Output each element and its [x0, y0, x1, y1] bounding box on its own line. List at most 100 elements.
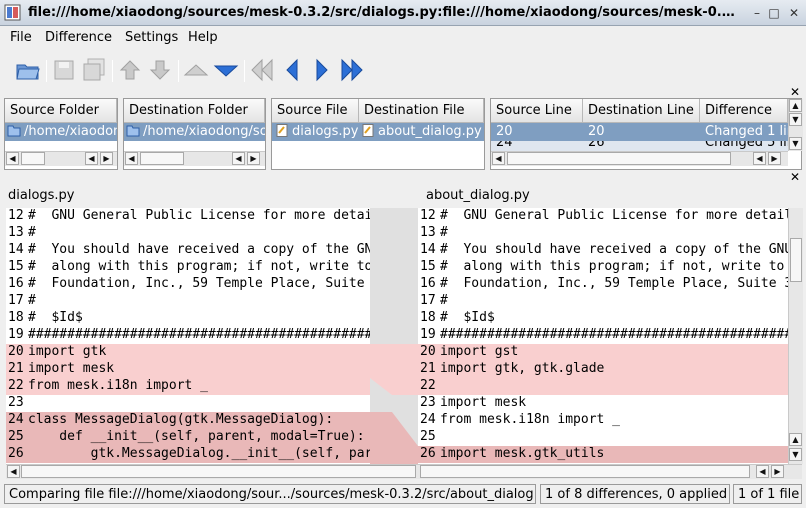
scroll-right-button[interactable]: ▶ — [100, 152, 113, 165]
line-text: import mesk — [440, 395, 527, 410]
destination-folder-row[interactable]: /home/xiaodong/sources/mesk-0.3.2/src — [124, 123, 265, 141]
code-line[interactable]: 18 # $Id$ — [418, 310, 788, 327]
code-line[interactable]: 24 class MessageDialog(gtk.MessageDialog)… — [6, 412, 370, 429]
code-line[interactable]: 17 # — [418, 293, 788, 310]
scroll-right-button[interactable]: ▶ — [771, 465, 784, 478]
code-line[interactable]: 17 # — [6, 293, 370, 310]
previous-file-icon[interactable] — [278, 56, 306, 84]
code-line[interactable]: 15 # along with this program; if not, wri… — [418, 259, 788, 276]
scroll-up-button[interactable]: ▲ — [789, 433, 802, 446]
code-line[interactable]: 13 # — [6, 225, 370, 242]
code-line[interactable]: 22 — [418, 378, 788, 395]
menu-settings[interactable]: Settings — [125, 30, 178, 45]
code-line[interactable]: 14 # You should have received a copy of t… — [418, 242, 788, 259]
code-line[interactable]: 13 # — [418, 225, 788, 242]
difference-row[interactable]: 20 20 Changed 1 line — [491, 123, 788, 141]
code-line[interactable]: 21 import mesk — [6, 361, 370, 378]
menu-help[interactable]: Help — [188, 30, 218, 45]
code-line[interactable]: 16 # Foundation, Inc., 59 Temple Place, S… — [418, 276, 788, 293]
scroll-left-button[interactable]: ◀ — [6, 152, 19, 165]
scroll-left-button[interactable]: ◀ — [85, 152, 98, 165]
code-line[interactable]: 19 ######################################… — [418, 327, 788, 344]
code-line[interactable]: 12 # GNU General Public License for more … — [418, 208, 788, 225]
right-code-pane[interactable]: 12 # GNU General Public License for more … — [418, 208, 788, 464]
line-text: # — [28, 293, 36, 308]
scroll-down-button[interactable]: ▼ — [789, 137, 802, 150]
code-line[interactable]: 24 from mesk.i18n import _ — [418, 412, 788, 429]
close-window-button[interactable]: ✕ — [787, 6, 801, 20]
last-file-icon[interactable] — [338, 56, 366, 84]
code-line[interactable]: 19 ######################################… — [6, 327, 370, 344]
scroll-left-button[interactable]: ◀ — [756, 465, 769, 478]
first-difference-icon[interactable] — [182, 56, 210, 84]
destination-folder-hscrollbar[interactable]: ◀ ◀ ▶ — [124, 151, 265, 166]
code-line[interactable]: 20 import gst — [418, 344, 788, 361]
line-number: 16 — [8, 276, 24, 291]
destination-file-header[interactable]: Destination File — [359, 99, 484, 123]
difference-row[interactable]: 24 26 Changed 5 lines — [491, 141, 788, 151]
destination-line-header[interactable]: Destination Line — [583, 99, 700, 123]
line-text: # $Id$ — [28, 310, 83, 325]
menu-difference[interactable]: Difference — [45, 30, 112, 45]
code-line[interactable]: 25 — [418, 429, 788, 446]
next-file-icon[interactable] — [308, 56, 336, 84]
scroll-left-button[interactable]: ◀ — [125, 152, 138, 165]
open-icon[interactable] — [14, 56, 42, 84]
scroll-thumb[interactable] — [420, 465, 750, 478]
scroll-right-button[interactable]: ▶ — [247, 152, 260, 165]
source-file-header[interactable]: Source File — [272, 99, 359, 123]
scroll-up-button[interactable]: ▲ — [789, 99, 802, 112]
code-line[interactable]: 25 def __init__(self, parent, modal=True… — [6, 429, 370, 446]
first-file-icon[interactable] — [248, 56, 276, 84]
code-line[interactable]: 23 — [6, 395, 370, 412]
scroll-thumb[interactable] — [507, 152, 731, 165]
code-line[interactable]: 26 gtk.MessageDialog.__init__(self, pare… — [6, 446, 370, 463]
differences-vscrollbar[interactable]: ▲ ▼ ▼ — [788, 99, 803, 151]
code-line[interactable]: 14 # You should have received a copy of t… — [6, 242, 370, 259]
code-line[interactable]: 21 import gtk, gtk.glade — [418, 361, 788, 378]
file-pair-row[interactable]: dialogs.py about_dialog.py — [272, 123, 484, 141]
menu-file[interactable]: File — [10, 30, 32, 45]
differences-hscrollbar[interactable]: ◀ ◀ ▶ — [491, 151, 788, 166]
code-line[interactable]: 18 # $Id$ — [6, 310, 370, 327]
close-panel-icon[interactable]: ✕ — [789, 171, 801, 184]
scroll-left-button[interactable]: ◀ — [492, 152, 505, 165]
right-code-hscrollbar[interactable]: ◀ ▶ — [418, 464, 802, 479]
scroll-down-button[interactable]: ▼ — [789, 113, 802, 126]
scroll-left-button[interactable]: ◀ — [753, 152, 766, 165]
scroll-thumb[interactable] — [21, 465, 416, 478]
maximize-button[interactable]: □ — [767, 6, 781, 20]
source-line-header[interactable]: Source Line — [491, 99, 583, 123]
scroll-left-button[interactable]: ◀ — [7, 465, 20, 478]
scroll-left-button[interactable]: ◀ — [232, 152, 245, 165]
down-arrow-icon[interactable] — [146, 56, 174, 84]
code-vscrollbar[interactable]: ▲ ▼ — [788, 208, 803, 464]
panel-splitter[interactable] — [0, 170, 806, 184]
code-line[interactable]: 12 # GNU General Public License for more … — [6, 208, 370, 225]
line-text: import mesk — [28, 361, 115, 376]
code-line[interactable]: 22 from mesk.i18n import _ — [6, 378, 370, 395]
scroll-down-button[interactable]: ▼ — [789, 448, 802, 461]
code-line[interactable]: 20 import gtk — [6, 344, 370, 361]
scroll-thumb[interactable] — [21, 152, 45, 165]
source-folder-hscrollbar[interactable]: ◀ ◀ ▶ — [5, 151, 117, 166]
up-arrow-icon[interactable] — [116, 56, 144, 84]
scroll-thumb[interactable] — [140, 152, 184, 165]
scroll-right-button[interactable]: ▶ — [768, 152, 781, 165]
source-folder-row[interactable]: /home/xiaodong/sources/mesk-0.3.2/src — [5, 123, 117, 141]
code-line[interactable]: 26 import mesk.gtk_utils — [418, 446, 788, 463]
destination-folder-header[interactable]: Destination Folder — [124, 99, 265, 123]
minimize-button[interactable]: – — [750, 6, 764, 20]
code-line[interactable]: 23 import mesk — [418, 395, 788, 412]
code-line[interactable]: 15 # along with this program; if not, wri… — [6, 259, 370, 276]
save-all-icon[interactable] — [80, 56, 108, 84]
left-code-hscrollbar[interactable]: ◀ — [6, 464, 418, 479]
left-code-pane[interactable]: 12 # GNU General Public License for more … — [6, 208, 370, 464]
difference-header[interactable]: Difference — [700, 99, 788, 123]
source-folder-header[interactable]: Source Folder — [5, 99, 117, 123]
code-line[interactable]: 16 # Foundation, Inc., 59 Temple Place, S… — [6, 276, 370, 293]
close-panel-icon[interactable]: ✕ — [789, 86, 801, 99]
previous-difference-icon[interactable] — [212, 56, 240, 84]
save-icon[interactable] — [50, 56, 78, 84]
scroll-thumb[interactable] — [790, 238, 802, 282]
